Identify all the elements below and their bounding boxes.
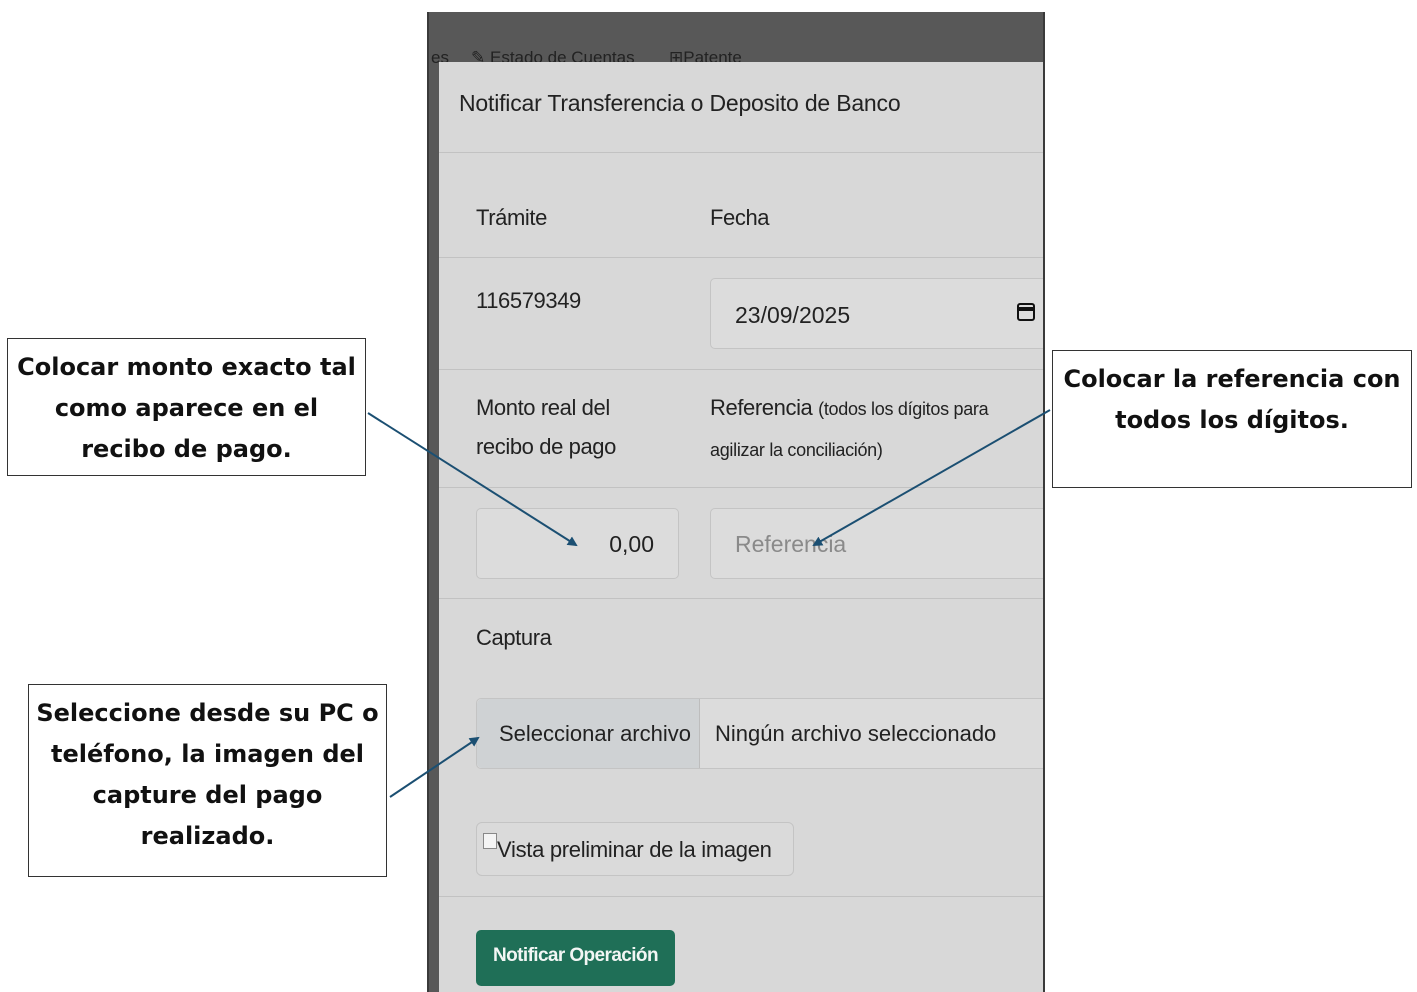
file-status: Ningún archivo seleccionado — [715, 721, 997, 746]
notify-operation-button[interactable]: Notificar Operación — [476, 930, 675, 986]
captura-label: Captura — [476, 625, 552, 650]
captura-file-input[interactable]: Seleccionar archivo Ningún archivo selec… — [476, 698, 1043, 769]
tramite-label: Trámite — [476, 205, 547, 230]
notify-transfer-modal: Notificar Transferencia o Deposito de Ba… — [439, 62, 1043, 992]
monto-value: 0,00 — [609, 531, 654, 557]
divider — [439, 487, 1043, 488]
divider — [439, 152, 1043, 153]
referencia-placeholder: Referencia — [735, 531, 847, 557]
monto-input[interactable]: 0,00 — [476, 508, 679, 579]
divider — [439, 896, 1043, 897]
preview-alt-text: Vista preliminar de la imagen — [497, 837, 772, 862]
monto-label-line2: recibo de pago — [476, 434, 616, 459]
tramite-value: 116579349 — [476, 288, 581, 313]
referencia-input[interactable]: Referencia — [710, 508, 1043, 579]
referencia-hint-line2: agilizar la conciliación) — [710, 440, 883, 460]
callout-captura: Seleccione desde su PC o teléfono, la im… — [28, 684, 387, 877]
divider — [439, 257, 1043, 258]
select-file-button[interactable]: Seleccionar archivo — [477, 699, 700, 768]
fecha-label: Fecha — [710, 205, 770, 230]
image-preview: Vista preliminar de la imagen — [476, 822, 794, 876]
callout-referencia: Colocar la referencia con todos los dígi… — [1052, 350, 1412, 488]
monto-label-line1: Monto real del — [476, 395, 610, 420]
modal-title: Notificar Transferencia o Deposito de Ba… — [459, 90, 901, 116]
calendar-icon[interactable] — [1017, 303, 1035, 321]
fecha-value: 23/09/2025 — [735, 302, 851, 328]
referencia-label: Referencia (todos los dígitos para — [710, 395, 989, 420]
referencia-hint: (todos los dígitos para — [818, 399, 989, 419]
broken-image-icon — [483, 833, 497, 849]
fecha-date-input[interactable]: 23/09/2025 — [710, 278, 1043, 349]
divider — [439, 598, 1043, 599]
screenshot-frame: es ✎ Estado de Cuentas ⊞Patente Notifica… — [427, 12, 1045, 992]
divider — [439, 369, 1043, 370]
callout-monto: Colocar monto exacto tal como aparece en… — [7, 338, 366, 476]
